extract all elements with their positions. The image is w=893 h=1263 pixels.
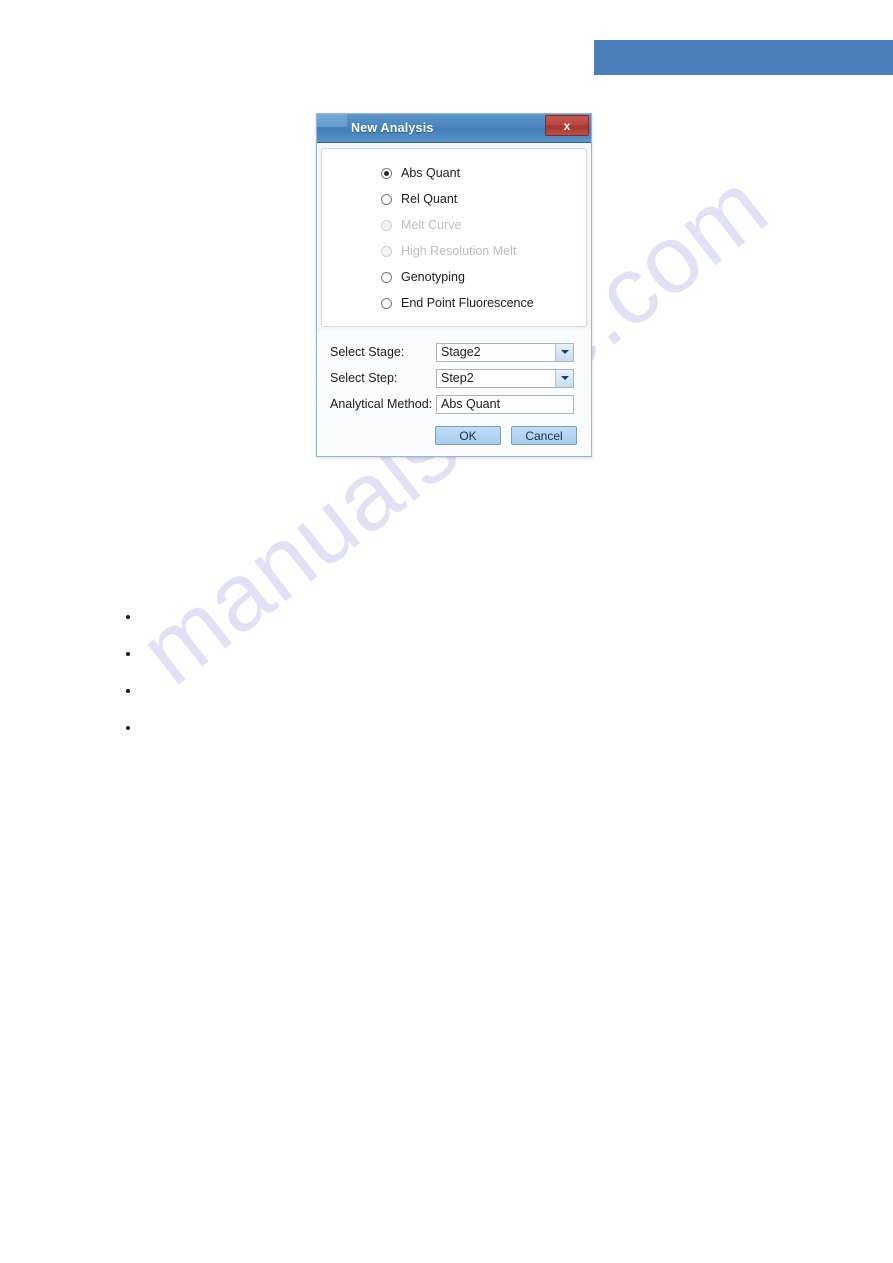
radio-label: Abs Quant xyxy=(401,166,461,180)
radio-melt-curve: Melt Curve xyxy=(322,212,586,238)
radio-icon xyxy=(381,245,392,257)
analytical-method-row: Analytical Method: Abs Quant xyxy=(317,391,591,417)
analytical-method-value: Abs Quant xyxy=(441,396,501,411)
radio-label: Rel Quant xyxy=(401,192,458,206)
bullet-icon xyxy=(126,689,130,693)
select-stage-dropdown[interactable]: Stage2 xyxy=(436,342,574,362)
select-step-label: Select Step: xyxy=(330,371,398,385)
list-item xyxy=(126,647,144,684)
titlebar-highlight xyxy=(317,114,347,127)
close-icon[interactable]: x xyxy=(545,115,589,136)
radio-abs-quant[interactable]: Abs Quant xyxy=(322,160,586,186)
radio-icon xyxy=(381,193,392,205)
analytical-method-input[interactable]: Abs Quant xyxy=(436,394,574,414)
radio-icon xyxy=(381,219,392,231)
dialog-title: New Analysis xyxy=(351,121,434,135)
bullet-icon xyxy=(126,652,130,656)
cancel-button[interactable]: Cancel xyxy=(511,426,577,445)
select-stage-label: Select Stage: xyxy=(330,345,405,359)
radio-end-point-fluorescence[interactable]: End Point Fluorescence xyxy=(322,290,586,316)
select-step-dropdown[interactable]: Step2 xyxy=(436,368,574,388)
radio-genotyping[interactable]: Genotyping xyxy=(322,264,586,290)
radio-label: End Point Fluorescence xyxy=(401,296,534,310)
bullet-icon xyxy=(126,726,130,730)
radio-label: Melt Curve xyxy=(401,218,462,232)
header-banner xyxy=(594,40,893,75)
list-item xyxy=(126,610,144,647)
chevron-down-icon[interactable] xyxy=(555,369,573,387)
radio-high-resolution-melt: High Resolution Melt xyxy=(322,238,586,264)
chevron-down-icon[interactable] xyxy=(555,343,573,361)
radio-icon xyxy=(381,297,392,309)
select-stage-row: Select Stage: Stage2 xyxy=(317,339,591,365)
list-item xyxy=(126,721,144,758)
dialog-form: Select Stage: Stage2 Select Step: Step2 … xyxy=(317,330,591,456)
select-stage-value: Stage2 xyxy=(441,344,481,359)
radio-label: High Resolution Melt xyxy=(401,244,517,258)
select-step-value: Step2 xyxy=(441,370,474,385)
analytical-method-label: Analytical Method: xyxy=(330,397,433,411)
bullet-icon xyxy=(126,615,130,619)
radio-icon xyxy=(381,271,392,283)
dialog-button-row: OK Cancel xyxy=(317,417,591,456)
radio-icon xyxy=(381,167,392,179)
bullet-list xyxy=(126,610,144,758)
select-step-row: Select Step: Step2 xyxy=(317,365,591,391)
analysis-type-panel: Abs Quant Rel Quant Melt Curve High Reso… xyxy=(321,148,587,327)
dialog-titlebar: New Analysis x xyxy=(317,114,591,143)
ok-button[interactable]: OK xyxy=(435,426,501,445)
list-item xyxy=(126,684,144,721)
radio-rel-quant[interactable]: Rel Quant xyxy=(322,186,586,212)
radio-label: Genotyping xyxy=(401,270,465,284)
new-analysis-dialog: New Analysis x Abs Quant Rel Quant Melt … xyxy=(316,113,592,457)
